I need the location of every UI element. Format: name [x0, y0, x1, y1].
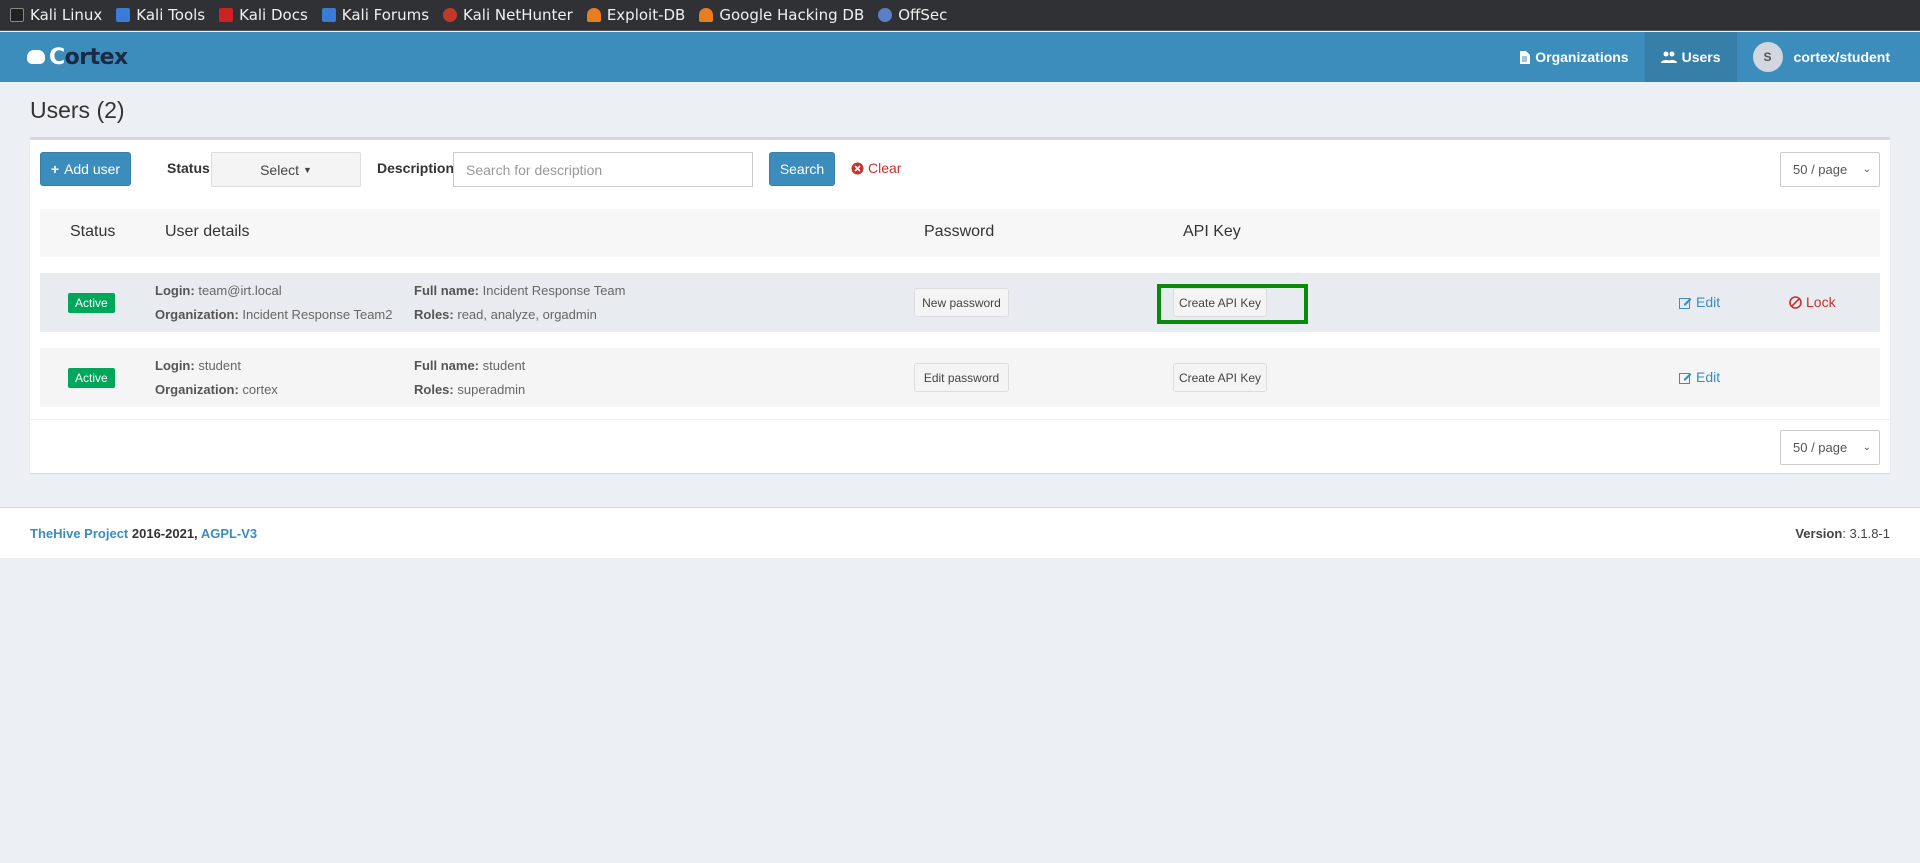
ban-icon — [1789, 295, 1802, 309]
edit-user-link[interactable]: Edit — [1679, 294, 1720, 310]
exploit-db-icon — [586, 8, 601, 22]
thehive-project-link[interactable]: TheHive Project — [30, 526, 128, 541]
full-name-value: student — [482, 358, 526, 373]
page-size-select-bottom[interactable]: 50 / page ⌄ — [1780, 430, 1880, 465]
roles-label: Roles: — [414, 307, 454, 322]
footer-years: 2016-2021, — [131, 526, 198, 541]
login-label: Login: — [155, 283, 195, 298]
organization-label: Organization: — [155, 307, 239, 322]
full-name-value: Incident Response Team — [482, 283, 626, 298]
bookmark-google-hacking-db[interactable]: Google Hacking DB — [699, 6, 864, 24]
ghdb-icon — [699, 8, 714, 22]
file-icon — [1520, 50, 1531, 64]
status-badge: Active — [68, 293, 115, 313]
cortex-logo[interactable]: Cortex — [27, 45, 128, 70]
header-api-key: API Key — [1183, 223, 1241, 240]
edit-icon — [1679, 297, 1692, 309]
table-row: Active Login: team@irt.local Organizatio… — [40, 273, 1880, 332]
full-name-label: Full name: — [414, 283, 480, 298]
clear-filters-link[interactable]: Clear — [851, 160, 901, 176]
organization-value: cortex — [242, 382, 278, 397]
bookmark-kali-docs[interactable]: Kali Docs — [219, 6, 308, 24]
bookmark-kali-linux[interactable]: Kali Linux — [10, 6, 102, 24]
logo-prefix: C — [49, 44, 65, 70]
page-footer: TheHive Project 2016-2021, AGPL-V3 Versi… — [0, 507, 1920, 558]
login-value: team@irt.local — [198, 283, 282, 298]
table-header: Status User details Password API Key — [40, 209, 1880, 257]
lock-user-link[interactable]: Lock — [1789, 294, 1836, 310]
chevron-down-icon: ⌄ — [1862, 164, 1871, 175]
nav-organizations[interactable]: Organizations — [1503, 32, 1644, 82]
edit-user-link[interactable]: Edit — [1679, 369, 1720, 385]
new-password-button[interactable]: New password — [914, 288, 1009, 317]
nethunter-icon — [443, 8, 458, 22]
users-icon — [1660, 51, 1677, 63]
page-size-select-top[interactable]: 50 / page ⌄ — [1780, 152, 1880, 187]
edit-icon — [1679, 372, 1692, 384]
roles-label: Roles: — [414, 382, 454, 397]
bookmark-kali-tools[interactable]: Kali Tools — [116, 6, 205, 24]
edit-password-button[interactable]: Edit password — [914, 363, 1009, 392]
login-value: student — [198, 358, 241, 373]
logo-rest: ortex — [64, 44, 129, 70]
kali-dragon-icon — [10, 8, 24, 22]
create-api-key-button[interactable]: Create API Key — [1173, 363, 1267, 392]
roles-value: read, analyze, orgadmin — [457, 307, 597, 322]
status-filter-label: Status — [167, 160, 210, 176]
chevron-down-icon: ⌄ — [1862, 442, 1871, 453]
offsec-icon — [878, 8, 893, 22]
brain-icon — [27, 50, 45, 64]
kali-tools-icon — [116, 8, 131, 22]
status-badge: Active — [68, 368, 115, 388]
bookmark-exploit-db[interactable]: Exploit-DB — [586, 6, 685, 24]
nav-users[interactable]: Users — [1644, 32, 1737, 82]
roles-value: superadmin — [457, 382, 526, 397]
header-password: Password — [924, 223, 995, 240]
bookmarks-bar: Kali Linux Kali Tools Kali Docs Kali For… — [0, 0, 1920, 31]
bookmark-offsec[interactable]: OffSec — [878, 6, 947, 24]
caret-down-icon: ▼ — [303, 164, 312, 175]
header-status: Status — [70, 223, 116, 240]
nav-user-menu[interactable]: S cortex/student — [1737, 32, 1920, 82]
table-row: Active Login: student Organization: cort… — [40, 348, 1880, 407]
plus-icon: + — [50, 161, 60, 177]
page-title: Users (2) — [30, 97, 125, 123]
add-user-button[interactable]: + Add user — [40, 152, 131, 186]
avatar: S — [1752, 42, 1783, 72]
users-panel: + Add user Status Select ▼ Description S… — [30, 137, 1890, 473]
bookmark-kali-nethunter[interactable]: Kali NetHunter — [443, 6, 573, 24]
description-filter-label: Description — [377, 160, 455, 176]
kali-forums-icon — [321, 8, 336, 22]
divider — [30, 419, 1890, 420]
times-circle-icon — [851, 162, 864, 174]
search-button[interactable]: Search — [769, 152, 835, 186]
version-label: Version — [1795, 526, 1843, 541]
license-link[interactable]: AGPL-V3 — [201, 526, 257, 541]
kali-docs-icon — [219, 8, 234, 22]
organization-value: Incident Response Team2 — [242, 307, 393, 322]
login-label: Login: — [155, 358, 195, 373]
bookmark-kali-forums[interactable]: Kali Forums — [321, 6, 429, 24]
create-api-key-button[interactable]: Create API Key — [1173, 288, 1267, 317]
header-user-details: User details — [165, 223, 250, 240]
top-navbar: Cortex Organizations Users S cortex/stud… — [0, 32, 1920, 82]
organization-label: Organization: — [155, 382, 239, 397]
description-search-input[interactable]: Search for description — [453, 152, 753, 187]
status-select[interactable]: Select ▼ — [211, 152, 361, 187]
version-value: : 3.1.8-1 — [1842, 526, 1890, 541]
full-name-label: Full name: — [414, 358, 480, 373]
